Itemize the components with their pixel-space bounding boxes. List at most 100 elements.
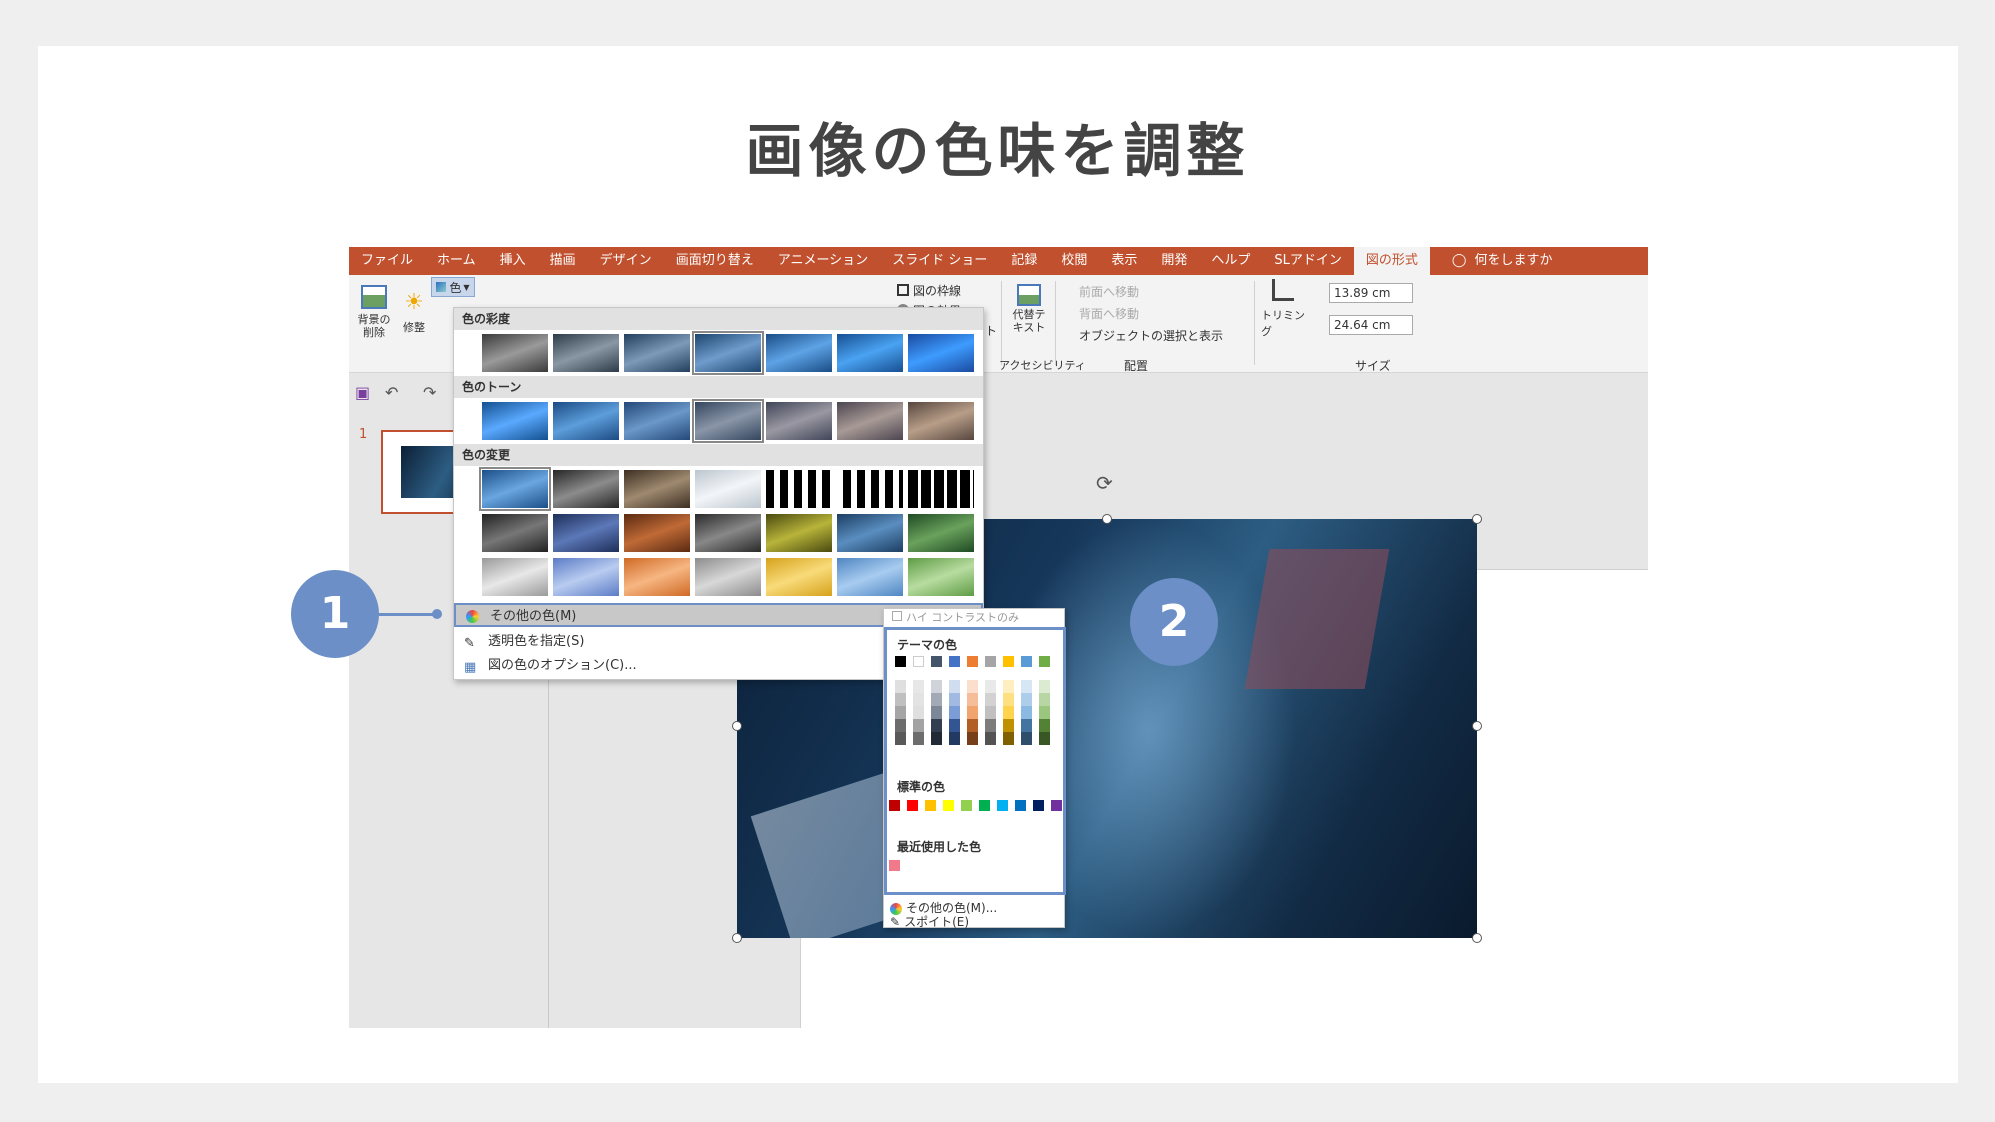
tab-sl-addin[interactable]: SLアドイン [1262,247,1354,275]
resize-handle[interactable] [1472,514,1482,524]
color-preset-option[interactable] [482,402,548,440]
color-preset-option[interactable] [908,558,974,596]
theme-shade-swatch[interactable] [985,680,996,693]
tab-file[interactable]: ファイル [349,247,425,275]
standard-color-swatch[interactable] [943,800,954,811]
theme-shade-swatch[interactable] [967,693,978,706]
rotate-handle-icon[interactable]: ⟳ [1096,471,1113,495]
standard-color-swatch[interactable] [907,800,918,811]
color-preset-option[interactable] [692,399,764,443]
color-preset-option[interactable] [553,558,619,596]
theme-shade-swatch[interactable] [985,693,996,706]
tab-help[interactable]: ヘルプ [1199,247,1262,275]
theme-color-swatch[interactable] [949,656,960,667]
tab-home[interactable]: ホーム [425,247,488,275]
color-preset-option[interactable] [624,334,690,372]
color-preset-option[interactable] [837,334,903,372]
theme-shade-swatch[interactable] [1021,680,1032,693]
theme-color-swatch[interactable] [967,656,978,667]
tab-view[interactable]: 表示 [1099,247,1149,275]
redo-icon[interactable]: ↷ [423,383,436,402]
theme-shade-swatch[interactable] [913,732,924,745]
standard-color-swatch[interactable] [1015,800,1026,811]
standard-color-swatch[interactable] [1051,800,1062,811]
theme-shade-swatch[interactable] [1039,680,1050,693]
color-preset-option[interactable] [695,514,761,552]
color-preset-option[interactable] [837,470,903,508]
theme-shade-swatch[interactable] [931,680,942,693]
standard-color-swatch[interactable] [925,800,936,811]
high-contrast-item[interactable]: ハイ コントラストのみ [892,609,1019,627]
theme-shade-swatch[interactable] [1039,719,1050,732]
color-preset-option[interactable] [624,514,690,552]
undo-icon[interactable]: ↶ [385,383,398,402]
theme-shade-swatch[interactable] [1003,706,1014,719]
color-preset-option[interactable] [908,470,974,508]
crop-button[interactable]: トリミング [1261,279,1305,339]
width-field[interactable]: 24.64 cm [1329,315,1413,335]
selection-pane-button[interactable]: オブジェクトの選択と表示 [1079,327,1223,344]
save-icon[interactable]: ▣ [355,383,370,402]
theme-shade-swatch[interactable] [967,732,978,745]
tab-developer[interactable]: 開発 [1149,247,1199,275]
theme-shade-swatch[interactable] [985,732,996,745]
theme-shade-swatch[interactable] [949,732,960,745]
tell-me-search[interactable]: ◯ 何をしますか [1440,247,1565,275]
theme-color-swatch[interactable] [1021,656,1032,667]
theme-shade-swatch[interactable] [949,693,960,706]
resize-handle[interactable] [732,721,742,731]
color-preset-option[interactable] [553,334,619,372]
theme-shade-swatch[interactable] [931,693,942,706]
theme-shade-swatch[interactable] [931,719,942,732]
theme-color-swatch[interactable] [895,656,906,667]
color-preset-option[interactable] [695,558,761,596]
theme-shade-swatch[interactable] [1003,680,1014,693]
theme-shade-swatch[interactable] [1021,719,1032,732]
color-button[interactable]: 色 ▼ [431,277,475,297]
tab-picture-format[interactable]: 図の形式 [1353,247,1430,275]
resize-handle[interactable] [1102,514,1112,524]
color-preset-option[interactable] [482,514,548,552]
color-preset-option[interactable] [553,514,619,552]
resize-handle[interactable] [1472,721,1482,731]
tab-transitions[interactable]: 画面切り替え [664,247,766,275]
standard-color-swatch[interactable] [889,800,900,811]
standard-color-swatch[interactable] [979,800,990,811]
height-field[interactable]: 13.89 cm [1329,283,1413,303]
resize-handle[interactable] [1472,933,1482,943]
theme-shade-swatch[interactable] [913,680,924,693]
tab-draw[interactable]: 描画 [538,247,588,275]
color-preset-option[interactable] [482,334,548,372]
color-preset-option[interactable] [695,470,761,508]
theme-shade-swatch[interactable] [1003,693,1014,706]
color-preset-option[interactable] [766,514,832,552]
tab-record[interactable]: 記録 [999,247,1049,275]
theme-shade-swatch[interactable] [1003,732,1014,745]
tab-slideshow[interactable]: スライド ショー [880,247,999,275]
standard-color-swatch[interactable] [997,800,1008,811]
tab-insert[interactable]: 挿入 [488,247,538,275]
alt-text-button[interactable]: 代替テ キスト [1009,279,1049,339]
theme-shade-swatch[interactable] [1021,706,1032,719]
remove-background-button[interactable]: 背景の 削除 [355,281,393,343]
theme-color-swatch[interactable] [913,656,924,667]
resize-handle[interactable] [732,933,742,943]
theme-shade-swatch[interactable] [967,680,978,693]
theme-shade-swatch[interactable] [895,719,906,732]
color-preset-option[interactable] [766,470,832,508]
theme-shade-swatch[interactable] [949,680,960,693]
standard-color-swatch[interactable] [961,800,972,811]
color-preset-option[interactable] [837,514,903,552]
color-preset-option[interactable] [766,402,832,440]
theme-shade-swatch[interactable] [1039,732,1050,745]
color-preset-option[interactable] [837,402,903,440]
border-button[interactable]: 図の枠線 [897,281,979,299]
color-preset-option[interactable] [479,467,551,511]
theme-shade-swatch[interactable] [931,732,942,745]
color-preset-option[interactable] [624,402,690,440]
send-backward-button[interactable]: 背面へ移動 [1079,305,1139,322]
theme-shade-swatch[interactable] [1021,693,1032,706]
theme-color-swatch[interactable] [1003,656,1014,667]
theme-shade-swatch[interactable] [949,719,960,732]
theme-shade-swatch[interactable] [931,706,942,719]
